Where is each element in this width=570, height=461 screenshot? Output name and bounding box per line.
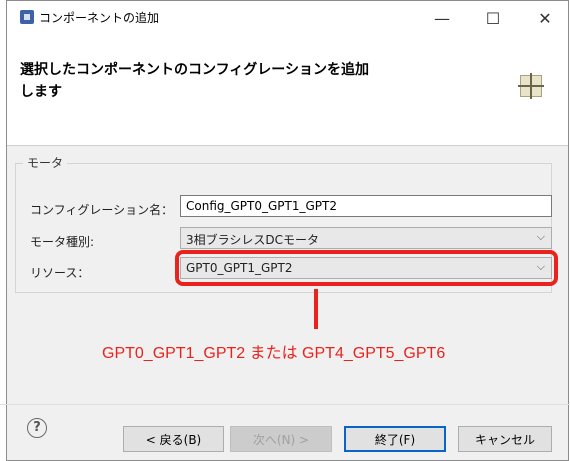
back-button[interactable]: < 戻る(B) [123, 426, 224, 452]
callout-annotation: GPT0_GPT1_GPT2 または GPT4_GPT5_GPT6 [102, 345, 446, 362]
motor-type-select[interactable]: 3相ブラシレスDCモータ ⌵ [180, 227, 552, 249]
config-name-input[interactable] [180, 195, 552, 217]
footer-separator [0, 404, 570, 405]
app-icon [20, 10, 34, 24]
close-button[interactable]: ✕ [523, 3, 567, 33]
next-button[interactable]: 次へ(N) > [230, 426, 332, 452]
chevron-down-icon: ⌵ [536, 230, 545, 243]
window-title: コンポーネントの追加 [39, 11, 160, 25]
resource-highlight-box [175, 250, 558, 286]
wizard-grid-icon [518, 73, 544, 99]
cancel-button[interactable]: キャンセル [458, 426, 552, 452]
title-bar: コンポーネントの追加 — ☐ ✕ [7, 1, 568, 39]
wizard-header: 選択したコンポーネントのコンフィグレーションを追加します [7, 39, 568, 146]
wizard-description: 選択したコンポーネントのコンフィグレーションを追加します [20, 62, 370, 100]
motor-group-title: モータ [23, 154, 68, 171]
motor-type-value: 3相ブラシレスDCモータ [186, 233, 320, 247]
finish-button[interactable]: 終了(F) [344, 426, 446, 452]
callout-line [314, 289, 318, 329]
minimize-button[interactable]: — [420, 3, 464, 33]
help-icon[interactable]: ? [27, 418, 47, 438]
maximize-button[interactable]: ☐ [471, 3, 515, 33]
motor-type-label: モータ種別: [30, 235, 95, 249]
resource-label: リソース： [30, 266, 90, 280]
config-name-label: コンフィグレーション名： [30, 203, 174, 217]
